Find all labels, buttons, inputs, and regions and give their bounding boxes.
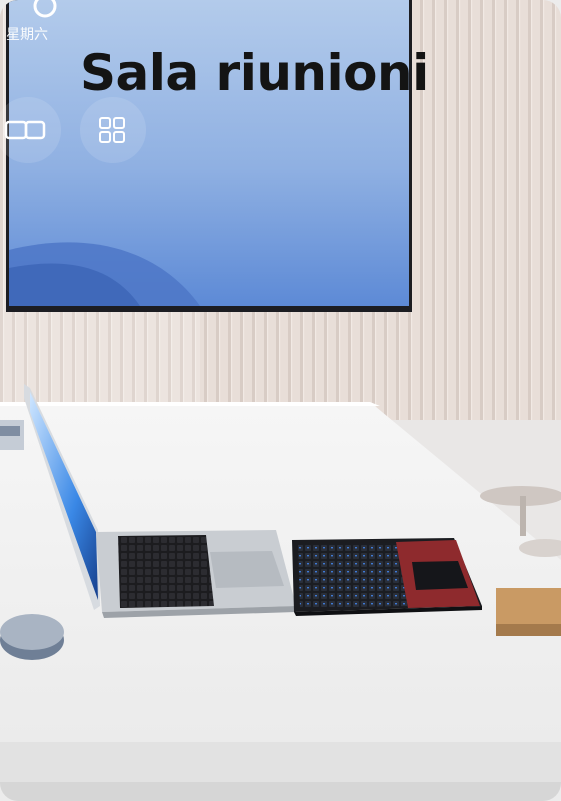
product-card: 星期六 Sala riunioni [0,0,561,801]
card-headline: Sala riunioni [80,44,429,102]
tv-day-label: 星期六 [6,27,48,43]
tv-grid-icon [80,97,146,163]
tv-window-icon [0,97,61,163]
meeting-room-photo [0,0,561,801]
